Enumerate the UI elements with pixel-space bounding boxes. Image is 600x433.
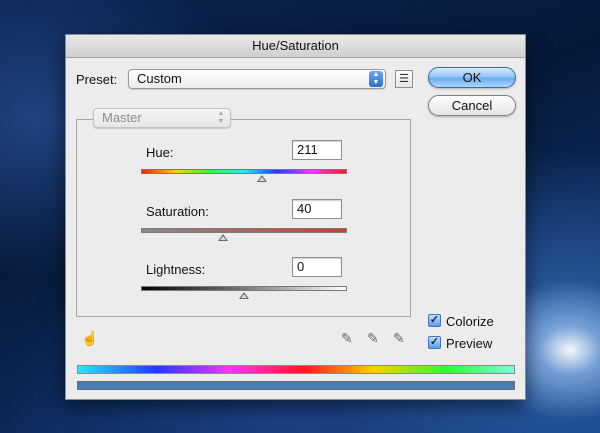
hue-slider-thumb[interactable] (257, 175, 267, 182)
saturation-slider-track[interactable] (141, 228, 347, 233)
preview-checkbox[interactable]: ✓ (428, 336, 441, 349)
eyedropper-plus-icon[interactable]: ✎ (367, 330, 379, 346)
hue-slider-track[interactable] (141, 169, 347, 174)
hue-saturation-dialog: Hue/Saturation Preset: Custom ▲ ▼ ☰ OK Ca… (65, 34, 526, 400)
lightness-slider-thumb[interactable] (239, 292, 249, 299)
preset-label: Preset: (76, 72, 118, 87)
select-stepper-icon: ▲ ▼ (217, 110, 225, 125)
lightness-label: Lightness: (146, 262, 206, 277)
source-color-bar (77, 365, 515, 374)
select-stepper-icon: ▲ ▼ (369, 71, 383, 87)
channel-value: Master (102, 110, 142, 125)
lightness-slider-track[interactable] (141, 286, 347, 291)
eyedropper-minus-icon[interactable]: ✎ (393, 330, 405, 346)
dialog-title: Hue/Saturation (66, 35, 525, 58)
saturation-label: Saturation: (146, 204, 209, 219)
eyedropper-icon[interactable]: ✎ (341, 330, 353, 346)
saturation-slider-thumb[interactable] (218, 234, 228, 241)
preview-label: Preview (446, 336, 493, 351)
colorize-checkbox[interactable]: ✓ (428, 314, 441, 327)
saturation-input[interactable]: 40 (292, 199, 342, 219)
hue-label: Hue: (146, 145, 174, 160)
colorize-label: Colorize (446, 314, 494, 329)
hue-input[interactable]: 211 (292, 140, 342, 160)
hand-adjust-icon[interactable]: ☝ (81, 330, 98, 346)
preset-select[interactable]: Custom ▲ ▼ (128, 69, 386, 89)
channel-select[interactable]: Master ▲ ▼ (93, 108, 231, 128)
result-color-bar (77, 381, 515, 390)
ok-button[interactable]: OK (428, 67, 516, 88)
cancel-button[interactable]: Cancel (428, 95, 516, 116)
lightness-input[interactable]: 0 (292, 257, 342, 277)
list-options-icon[interactable]: ☰ (395, 70, 413, 88)
preset-value: Custom (137, 71, 182, 86)
